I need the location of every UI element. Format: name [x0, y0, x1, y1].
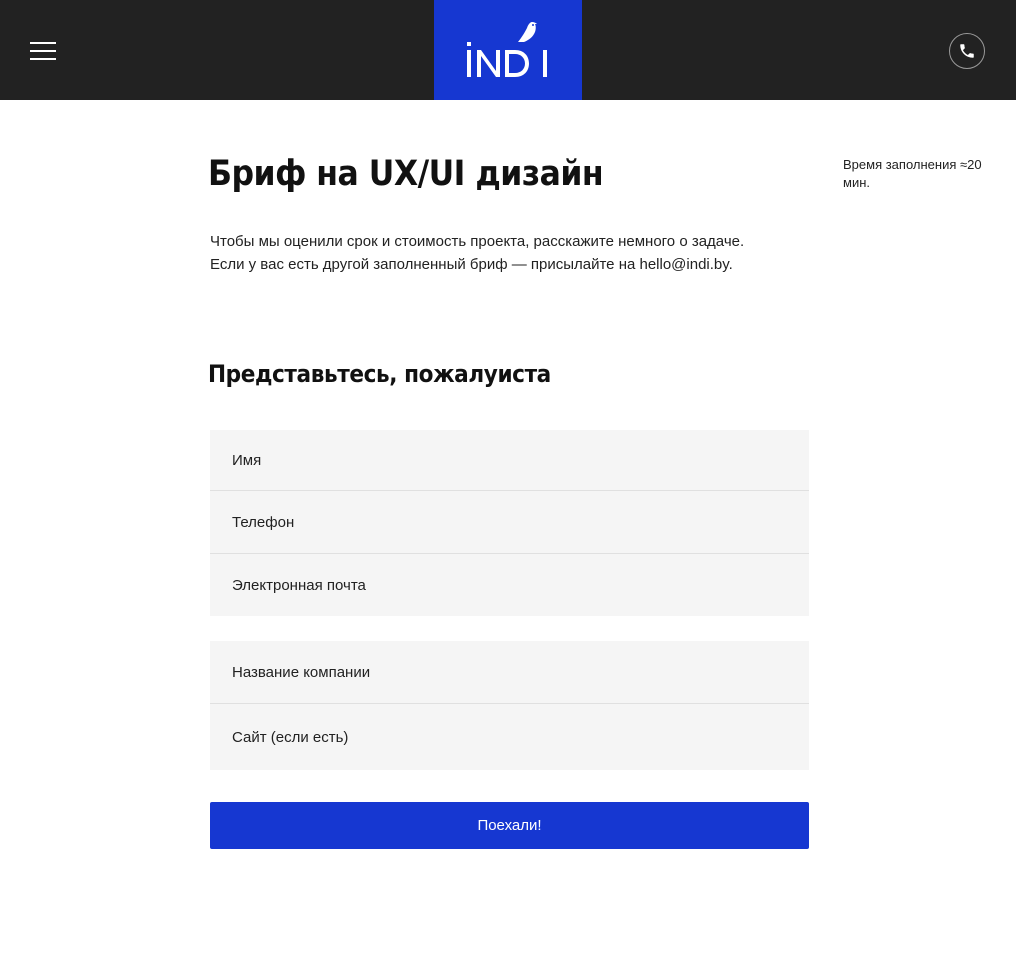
email-input[interactable] — [210, 554, 809, 616]
page-title: Бриф на UX/UI дизайн — [208, 154, 604, 194]
phone-field[interactable] — [210, 491, 809, 554]
phone-input[interactable] — [210, 491, 809, 553]
submit-button[interactable]: Поехали! — [210, 802, 809, 849]
contact-fields-group — [210, 430, 809, 616]
fill-time-note: Время заполнения ≈20 мин. — [843, 157, 982, 190]
header — [0, 0, 1016, 100]
company-fields-group — [210, 641, 809, 770]
company-name-input[interactable] — [210, 641, 809, 703]
logo[interactable] — [434, 0, 582, 100]
intro-text: Чтобы мы оценили срок и стоимость проект… — [210, 233, 745, 273]
name-input[interactable] — [210, 430, 809, 490]
phone-icon — [960, 44, 974, 58]
section-title: Представьтесь, пожалуиста — [208, 360, 551, 388]
website-input[interactable] — [210, 704, 809, 770]
company-name-field[interactable] — [210, 641, 809, 704]
name-field[interactable] — [210, 430, 809, 491]
website-field[interactable] — [210, 704, 809, 770]
bird-logo-icon — [467, 22, 547, 77]
phone-button[interactable] — [949, 33, 985, 69]
email-field[interactable] — [210, 554, 809, 616]
hamburger-menu-icon[interactable] — [30, 42, 56, 60]
